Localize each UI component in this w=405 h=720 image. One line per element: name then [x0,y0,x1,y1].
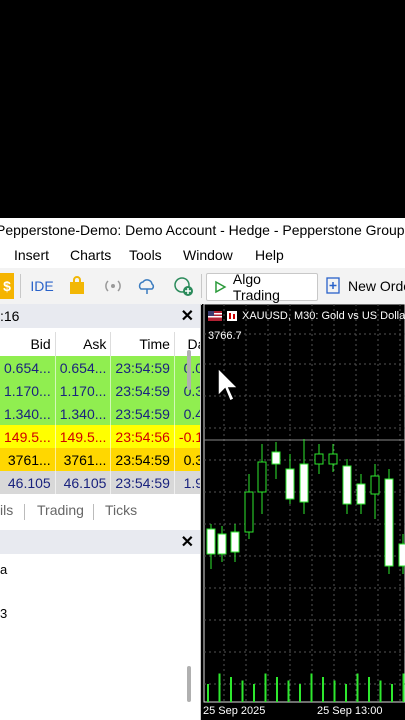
mouse-cursor-icon [217,366,240,403]
candle-body [314,453,324,465]
market-bag-icon[interactable] [64,273,90,299]
toolbar-separator [20,274,21,298]
candle-body [370,475,380,495]
menu-help[interactable]: Help [255,247,284,263]
candle-body [328,453,338,465]
new-order-button[interactable]: New Order [326,273,405,299]
candle-body [230,531,240,553]
candle-body [217,533,227,555]
cell-daily: 0.32% [174,448,200,471]
new-order-label: New Order [348,278,405,294]
candle-body [384,478,394,567]
column-time[interactable]: Time [110,332,175,356]
navigator-header: ✕ [0,530,200,554]
algo-trading-label: Algo Trading [232,271,280,303]
chart-symbol-label: XAUUSD, M30: Gold vs US Dollar [242,310,405,322]
price-chart[interactable]: XAUUSD, M30: Gold vs US Dollar 3766.7 25… [202,304,405,720]
tab-trading[interactable]: Trading [37,502,84,518]
indicator-icon [227,311,237,321]
signal-icon[interactable] [100,273,126,299]
menu-bar: Insert Charts Tools Window Help [0,242,405,268]
date-label: 25 Sep 2025 [203,705,266,717]
screen-black-area [0,0,405,218]
column-ask[interactable]: Ask [55,332,112,356]
cell-time: 23:54:59 [110,356,175,379]
tab-separator [24,504,25,520]
table-row[interactable]: 0.654...0.654...23:54:590.09% [0,356,200,379]
cell-time: 23:54:56 [110,425,175,448]
table-header-row: Bid Ask Time Dail... [0,332,200,356]
toolbar: $ IDE Algo Trading New Order [0,268,405,305]
dollar-icon[interactable]: $ [0,273,14,299]
market-watch-panel: :16 ✕ Bid Ask Time Dail... 0.654...0.654… [0,304,201,500]
tab-details[interactable]: ils [0,502,13,518]
cell-time: 23:54:59 [110,471,175,494]
price-label: 3766.7 [208,330,242,342]
flag-icon [208,311,222,321]
ide-button[interactable]: IDE [28,273,56,299]
candle-body [356,483,366,505]
cell-daily: 1.97% [174,471,200,494]
menu-charts[interactable]: Charts [70,247,111,263]
cell-daily: -0.18% [174,425,200,448]
cell-ask: 1.170... [55,379,112,402]
cell-ask: 3761... [55,448,112,471]
cell-bid: 3761... [0,448,56,471]
candle-body [299,463,309,503]
cell-bid: 0.654... [0,356,56,379]
vps-icon[interactable] [170,273,196,299]
close-icon[interactable]: ✕ [181,306,194,326]
candle-body [271,451,281,465]
new-order-icon [326,277,340,294]
candle-body [206,528,216,555]
table-row[interactable]: 149.5...149.5...23:54:56-0.18% [0,425,200,448]
table-row[interactable]: 1.170...1.170...23:54:590.31% [0,379,200,402]
toolbar-separator [201,274,202,298]
market-watch-table: Bid Ask Time Dail... 0.654...0.654...23:… [0,332,200,494]
table-row[interactable]: 46.10546.10523:54:591.97% [0,471,200,494]
market-watch-header: :16 ✕ [0,304,200,328]
cell-daily: 0.46% [174,402,200,425]
cell-bid: 149.5... [0,425,56,448]
tab-ticks[interactable]: Ticks [105,502,137,518]
column-bid[interactable]: Bid [0,332,56,356]
navigator-item[interactable]: a [0,562,7,577]
candle-body [257,461,267,493]
navigator-item[interactable]: 3 [0,606,7,621]
window-title: Pepperstone-Demo: Demo Account - Hedge -… [0,218,405,242]
menu-window[interactable]: Window [183,247,233,263]
candle-body [285,468,295,500]
cell-ask: 149.5... [55,425,112,448]
cell-bid: 1.170... [0,379,56,402]
cell-ask: 1.340... [55,402,112,425]
table-row[interactable]: 3761...3761...23:54:590.32% [0,448,200,471]
cell-bid: 46.105 [0,471,56,494]
scrollbar[interactable] [187,350,191,390]
date-label: 25 Sep 13:00 [317,705,383,717]
cell-time: 23:54:59 [110,379,175,402]
market-watch-tabs: ils Trading Ticks [0,500,201,530]
menu-tools[interactable]: Tools [129,247,162,263]
cell-ask: 46.105 [55,471,112,494]
market-watch-title: :16 [0,308,20,324]
candle-body [398,543,405,567]
navigator-panel: ✕ a 3 [0,530,201,720]
algo-trading-button[interactable]: Algo Trading [206,271,318,303]
cell-ask: 0.654... [55,356,112,379]
cell-time: 23:54:59 [110,448,175,471]
close-icon[interactable]: ✕ [181,532,194,552]
menu-insert[interactable]: Insert [14,247,49,263]
candle-body [342,465,352,505]
scrollbar[interactable] [187,666,191,702]
cell-time: 23:54:59 [110,402,175,425]
table-row[interactable]: 1.340...1.340...23:54:590.46% [0,402,200,425]
cell-bid: 1.340... [0,402,56,425]
chart-title: XAUUSD, M30: Gold vs US Dollar [208,310,405,322]
candle-body [244,491,254,533]
tab-separator [93,504,94,520]
play-icon [215,280,227,294]
cloud-icon[interactable] [134,273,160,299]
